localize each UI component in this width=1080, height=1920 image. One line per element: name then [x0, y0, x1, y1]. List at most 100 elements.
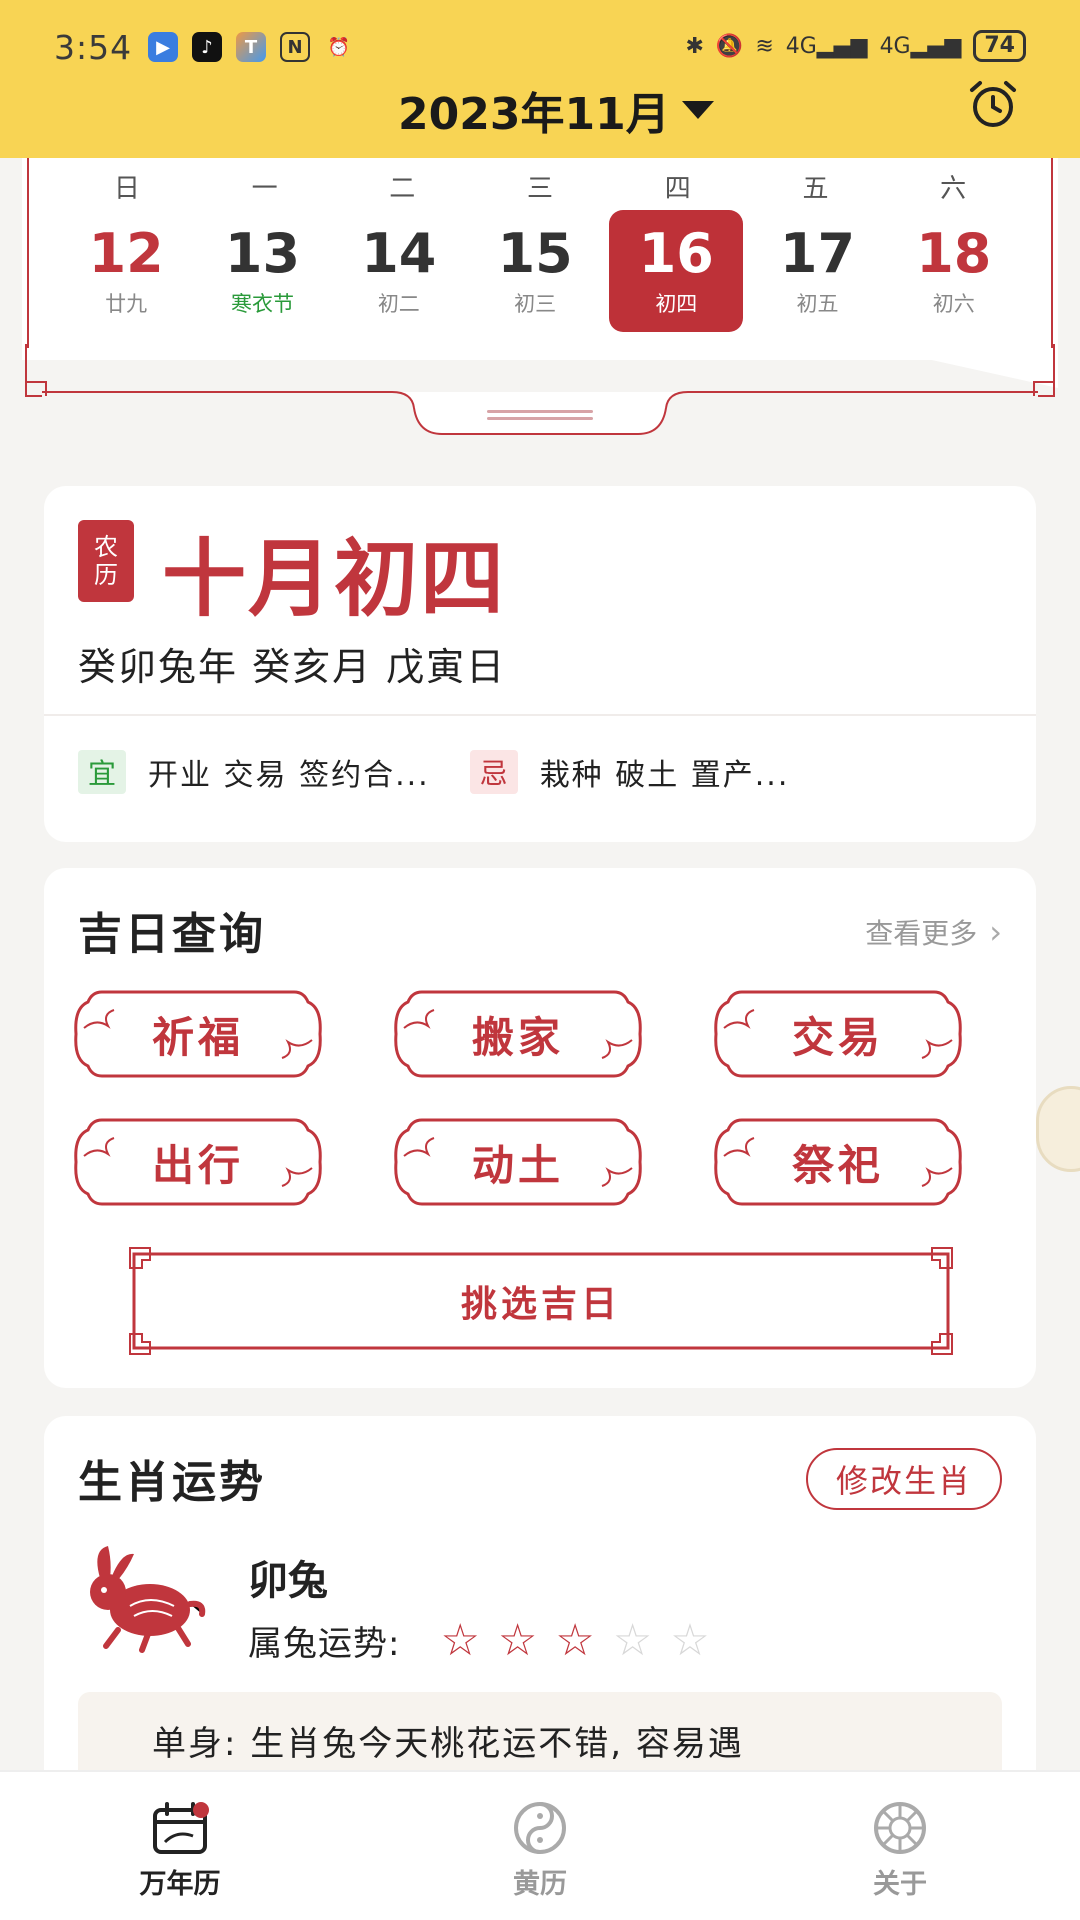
- dropdown-arrow-icon: [681, 101, 714, 119]
- tab-almanac[interactable]: 黄历: [360, 1772, 720, 1920]
- zodiac-name: 卯兔: [248, 1557, 328, 1604]
- alarm-clock-icon[interactable]: [966, 78, 1020, 132]
- tab-label: 黄历: [513, 1869, 567, 1900]
- travel-button[interactable]: 出行: [72, 1116, 324, 1208]
- date-cell[interactable]: 12 廿九: [58, 210, 194, 332]
- weekday-label: 二: [389, 174, 416, 204]
- trade-button[interactable]: 交易: [712, 988, 964, 1080]
- worship-button[interactable]: 祭祀: [712, 1116, 964, 1208]
- button-label: 交易: [791, 1012, 884, 1062]
- date-number: 14: [361, 222, 437, 285]
- date-cell[interactable]: 18 初六: [886, 210, 1022, 332]
- date-cell[interactable]: 17 初五: [749, 210, 885, 332]
- button-label: 出行: [151, 1140, 244, 1190]
- see-more-link[interactable]: 查看更多 ›: [865, 912, 1002, 952]
- dates-row: 12 廿九 13 寒衣节 14 初二 15 初三 16 初四 17 初五 18 …: [58, 210, 1022, 332]
- date-number: 15: [497, 222, 573, 285]
- date-cell[interactable]: 13 寒衣节: [194, 210, 330, 332]
- fortune-rating-row: 属兔运势: ☆ ☆ ☆ ☆ ☆: [248, 1616, 710, 1665]
- alarm-status-icon: ⏰: [327, 36, 351, 58]
- ganzhi-text: 癸卯兔年 癸亥月 戊寅日: [78, 645, 507, 689]
- weekday-label: 四: [664, 174, 691, 204]
- compass-icon: [874, 1802, 926, 1854]
- button-label: 挑选吉日: [460, 1283, 621, 1325]
- lunar-day: 初四: [655, 292, 698, 316]
- rabbit-papercut-icon: [90, 1546, 206, 1653]
- tiktok-icon: ♪: [192, 32, 222, 62]
- month-picker[interactable]: 2023年11月: [398, 78, 714, 142]
- weekday-label: 一: [251, 174, 278, 204]
- app-notification-icon: ▶: [148, 32, 178, 62]
- weekday-row: 日 一 二 三 四 五 六: [58, 168, 1022, 205]
- auspicious-grid: 祈福 搬家 交易 出行 动土 祭祀: [72, 988, 1008, 1208]
- lunar-card[interactable]: 农 历 十月初四 癸卯兔年 癸亥月 戊寅日 宜 开业 交易 签约合... 忌 栽…: [44, 486, 1036, 842]
- button-label: 祈福: [151, 1012, 244, 1062]
- lunar-day: 廿九: [105, 292, 148, 316]
- yi-text: 开业 交易 签约合...: [148, 758, 430, 793]
- button-label: 祭祀: [791, 1140, 884, 1190]
- date-cell[interactable]: 14 初二: [331, 210, 467, 332]
- tab-about[interactable]: 关于: [720, 1772, 1080, 1920]
- star-filled-icon: ☆: [497, 1614, 538, 1666]
- star-filled-icon: ☆: [555, 1614, 595, 1666]
- pick-auspicious-day-button[interactable]: 挑选吉日: [128, 1246, 954, 1356]
- weekday-label: 三: [527, 174, 554, 204]
- mute-icon: 🔕: [715, 33, 744, 59]
- date-cell-selected[interactable]: 16 初四: [609, 210, 744, 332]
- see-more-label: 查看更多: [865, 917, 978, 950]
- week-strip: 日 一 二 三 四 五 六 12 廿九 13 寒衣节 14 初二 15 初三 1…: [22, 158, 1058, 440]
- fortune-label: 属兔运势:: [248, 1624, 401, 1664]
- date-number: 13: [224, 222, 301, 285]
- lunar-day: 初二: [377, 292, 420, 316]
- status-time: 3:54: [54, 28, 133, 67]
- ji-tag: 忌: [469, 750, 518, 794]
- tab-calendar[interactable]: 万年历: [0, 1772, 360, 1920]
- date-cell[interactable]: 15 初三: [467, 210, 603, 332]
- lunar-date: 十月初四: [162, 529, 507, 628]
- star-empty-icon: ☆: [670, 1614, 710, 1666]
- section-title: 生肖运势: [78, 1457, 266, 1508]
- festival-label: 寒衣节: [230, 292, 294, 316]
- signal-icon: 4G▂▄▆: [879, 33, 962, 59]
- lunar-day: 初五: [796, 292, 839, 316]
- yi-tag: 宜: [78, 750, 126, 794]
- bluetooth-icon: ✱: [685, 33, 704, 59]
- lunar-badge: 农 历: [78, 520, 134, 602]
- button-label: 搬家: [471, 1012, 564, 1062]
- weekday-label: 六: [940, 174, 967, 204]
- battery-icon: 74: [973, 30, 1026, 62]
- tab-label: 关于: [873, 1869, 927, 1900]
- signal-icon: 4G▂▄▆: [785, 33, 868, 59]
- floating-side-button[interactable]: [1036, 1086, 1080, 1172]
- status-right: ✱ 🔕 ≋ 4G▂▄▆ 4G▂▄▆ 74: [685, 30, 1026, 62]
- section-title: 吉日查询: [78, 909, 266, 960]
- badge-char: 历: [94, 561, 118, 589]
- weekday-label: 日: [113, 174, 140, 204]
- date-number: 12: [88, 222, 164, 285]
- divider: [44, 714, 1036, 716]
- auspicious-day-card: 吉日查询 查看更多 › 祈福 搬家 交易 出行 动土 祭祀 挑选吉日: [44, 868, 1036, 1388]
- tab-label: 万年历: [139, 1869, 221, 1900]
- badge-char: 农: [94, 533, 118, 561]
- weekday-label: 五: [802, 174, 829, 204]
- nfc-icon: N: [280, 32, 310, 62]
- yi-ji-row: 宜 开业 交易 签约合... 忌 栽种 破土 置产...: [78, 750, 1008, 794]
- wifi-icon: ≋: [755, 33, 774, 59]
- groundbreaking-button[interactable]: 动土: [392, 1116, 644, 1208]
- star-empty-icon: ☆: [612, 1614, 653, 1666]
- lunar-day: 初三: [514, 292, 557, 316]
- status-bar: 3:54 ▶ ♪ T N ⏰ ✱ 🔕 ≋ 4G▂▄▆ 4G▂▄▆ 74: [0, 0, 1080, 67]
- ji-text: 栽种 破土 置产...: [539, 758, 790, 793]
- expand-handle[interactable]: [487, 410, 593, 420]
- bottom-tab-bar: 万年历 黄历 关于: [0, 1770, 1080, 1920]
- calendar-icon: [153, 1802, 209, 1854]
- yin-yang-icon: [514, 1802, 566, 1854]
- fortune-text: 单身: 生肖兔今天桃花运不错, 容易遇: [152, 1724, 744, 1764]
- star-rating: ☆ ☆ ☆ ☆ ☆: [440, 1614, 710, 1666]
- move-house-button[interactable]: 搬家: [392, 988, 644, 1080]
- top-bar: 3:54 ▶ ♪ T N ⏰ ✱ 🔕 ≋ 4G▂▄▆ 4G▂▄▆ 74 2023…: [0, 0, 1080, 158]
- qifu-button[interactable]: 祈福: [72, 988, 324, 1080]
- edit-zodiac-button[interactable]: 修改生肖: [805, 1448, 1002, 1510]
- star-filled-icon: ☆: [440, 1614, 480, 1666]
- app-notification-icon: T: [236, 32, 266, 62]
